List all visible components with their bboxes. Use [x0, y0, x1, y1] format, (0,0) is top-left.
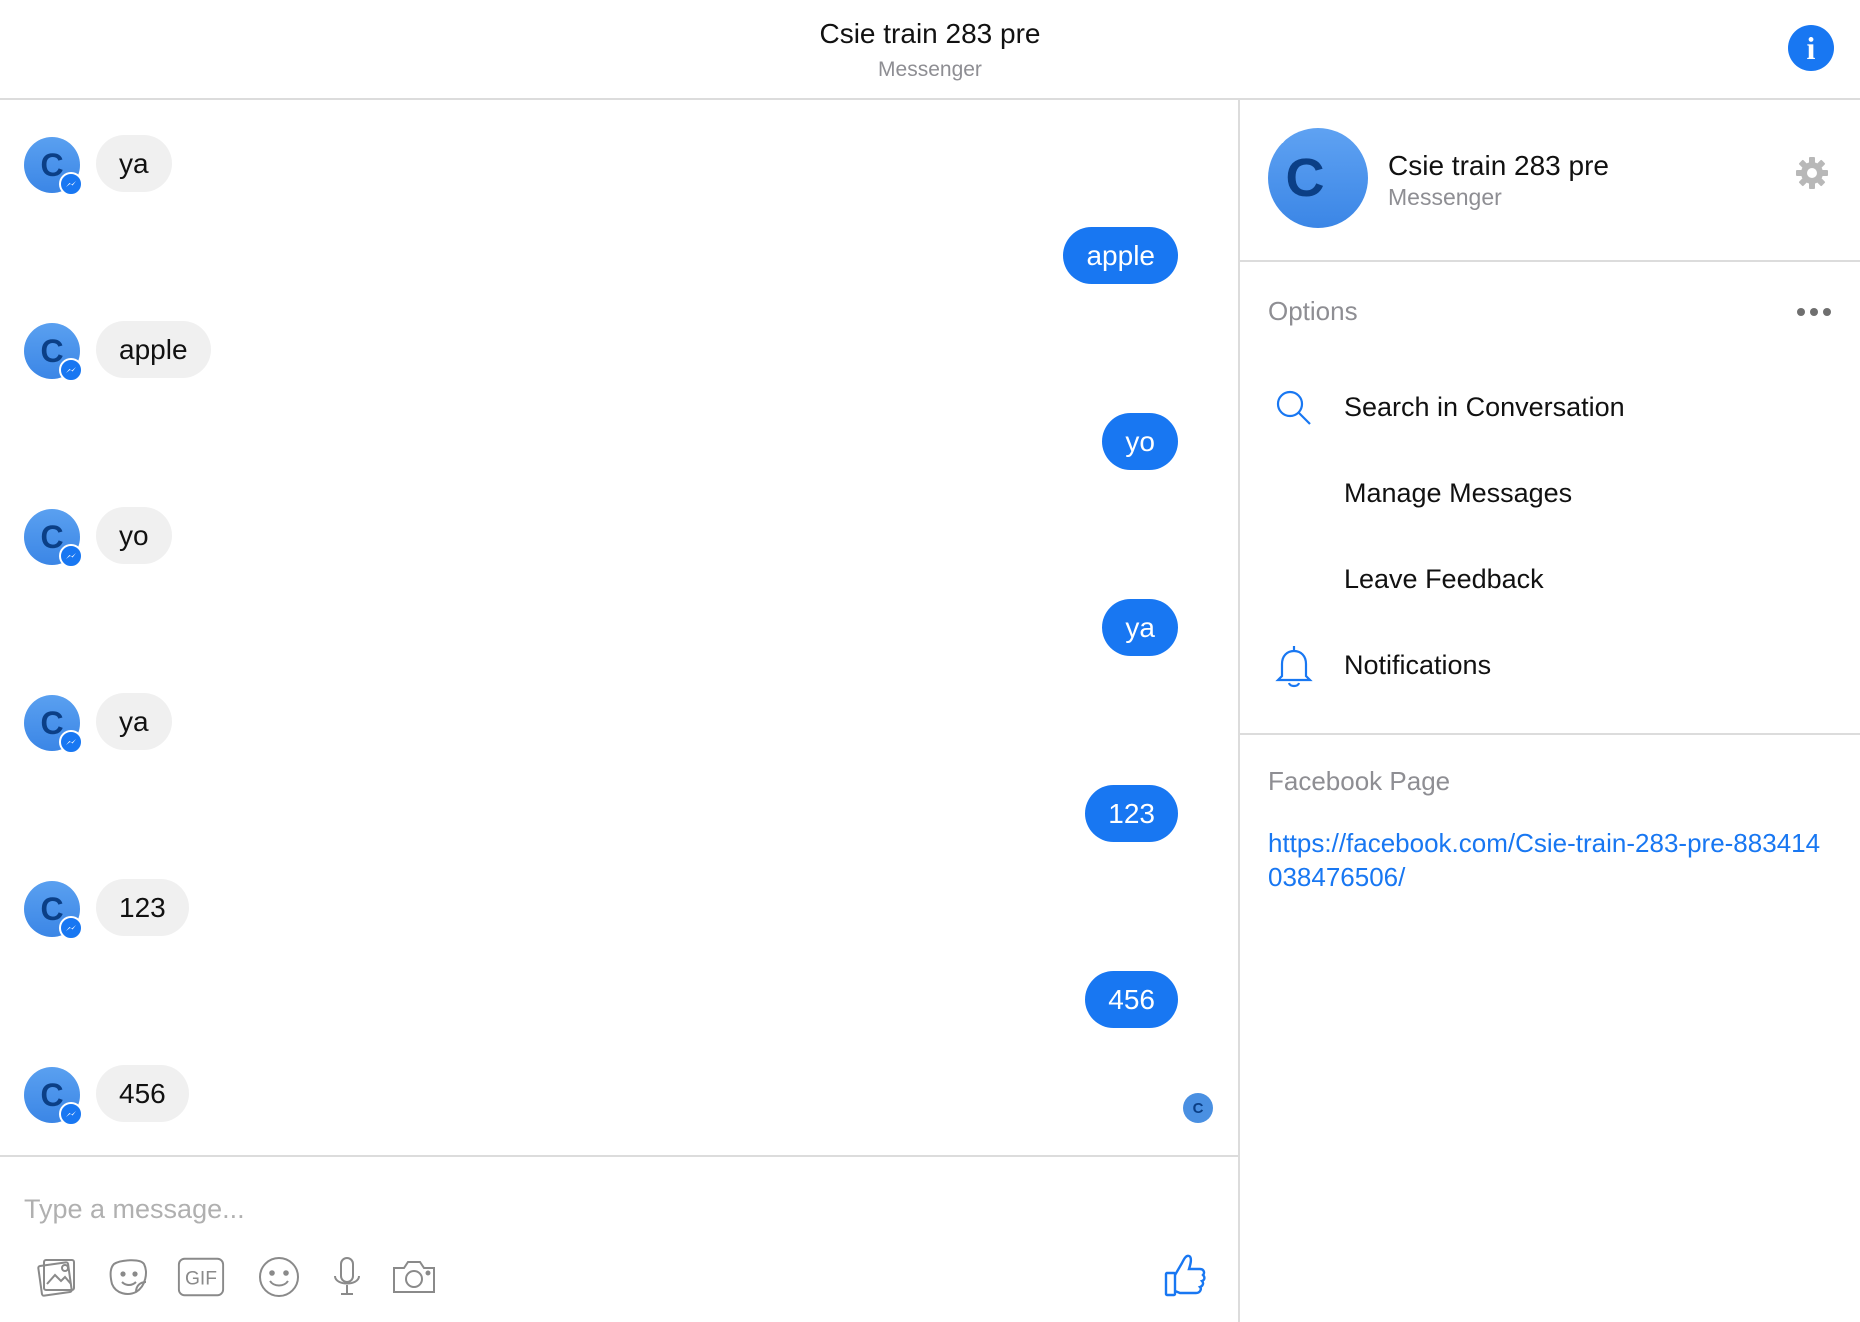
camera-icon[interactable] — [389, 1252, 439, 1302]
message-outgoing[interactable]: 456 — [1085, 971, 1178, 1028]
message-outgoing[interactable]: 123 — [1085, 785, 1178, 842]
message-bubble[interactable]: 123 — [96, 879, 189, 936]
message-bubble[interactable]: 456 — [1085, 971, 1178, 1028]
message-incoming[interactable]: C 456 — [24, 1065, 189, 1126]
options-heading: Options — [1268, 296, 1358, 326]
emoji-icon[interactable] — [254, 1252, 304, 1302]
option-manage-messages[interactable]: Manage Messages — [1240, 466, 1860, 526]
contact-avatar[interactable]: C — [24, 1067, 83, 1126]
option-notifications[interactable]: Notifications — [1240, 638, 1860, 698]
messenger-badge-icon — [59, 730, 83, 754]
seen-indicator-avatar: C — [1183, 1093, 1213, 1123]
photo-icon[interactable] — [32, 1252, 82, 1302]
contact-avatar[interactable]: C — [24, 509, 83, 568]
facebook-page-link[interactable]: https://facebook.com/Csie-train-283-pre-… — [1268, 826, 1828, 894]
message-incoming[interactable]: C 123 — [24, 879, 189, 940]
search-icon — [1272, 384, 1316, 432]
messenger-badge-icon — [59, 172, 83, 196]
contact-avatar[interactable]: C — [24, 137, 83, 196]
message-bubble[interactable]: yo — [1102, 413, 1178, 470]
option-search-in-conversation[interactable]: Search in Conversation — [1240, 380, 1860, 440]
gif-icon[interactable]: GIF — [176, 1252, 226, 1302]
more-options-icon[interactable] — [1794, 305, 1834, 319]
contact-subtitle: Messenger — [1388, 184, 1502, 210]
message-input[interactable] — [24, 1189, 1124, 1229]
option-label: Manage Messages — [1344, 478, 1573, 508]
profile-section: C Csie train 283 pre Messenger — [1240, 100, 1860, 262]
info-icon[interactable]: i — [1788, 25, 1834, 71]
message-bubble[interactable]: ya — [96, 135, 172, 192]
option-label: Notifications — [1344, 650, 1492, 680]
contact-avatar[interactable]: C — [24, 881, 83, 940]
message-incoming[interactable]: C ya — [24, 135, 172, 196]
contact-avatar-large[interactable]: C — [1268, 128, 1368, 228]
message-thread[interactable]: C ya apple C apple yo C yo ya C ya 123 C… — [0, 100, 1240, 1155]
option-label: Search in Conversation — [1344, 392, 1625, 422]
gif-label: GIF — [185, 1269, 217, 1290]
message-bubble[interactable]: 123 — [1085, 785, 1178, 842]
info-glyph: i — [1806, 29, 1816, 66]
message-bubble[interactable]: apple — [96, 321, 211, 378]
conversation-header: Csie train 283 pre Messenger i — [0, 0, 1860, 100]
message-outgoing[interactable]: apple — [1063, 227, 1178, 284]
thumbs-up-icon[interactable] — [1160, 1250, 1210, 1300]
contact-avatar[interactable]: C — [24, 323, 83, 382]
conversation-title: Csie train 283 pre — [819, 18, 1041, 49]
microphone-icon[interactable] — [322, 1252, 372, 1302]
message-incoming[interactable]: C ya — [24, 693, 172, 754]
option-leave-feedback[interactable]: Leave Feedback — [1240, 552, 1860, 612]
messenger-badge-icon — [1275, 138, 1351, 191]
messenger-badge-icon — [59, 544, 83, 568]
messenger-badge-icon — [59, 358, 83, 382]
message-incoming[interactable]: C yo — [24, 507, 172, 568]
facebook-page-heading: Facebook Page — [1268, 766, 1451, 796]
message-outgoing[interactable]: yo — [1102, 413, 1178, 470]
message-composer: GIF — [0, 1155, 1240, 1322]
message-bubble[interactable]: ya — [96, 693, 172, 750]
gear-icon[interactable] — [1794, 155, 1830, 191]
conversation-info-panel: C Csie train 283 pre Messenger Options S… — [1240, 100, 1860, 1320]
contact-avatar[interactable]: C — [24, 695, 83, 754]
conversation-subtitle: Messenger — [878, 58, 982, 81]
messenger-badge-icon — [59, 1102, 83, 1126]
option-label: Leave Feedback — [1344, 564, 1544, 594]
sticker-icon[interactable] — [104, 1252, 154, 1302]
message-outgoing[interactable]: ya — [1102, 599, 1178, 656]
contact-name: Csie train 283 pre — [1388, 150, 1610, 181]
bell-icon — [1272, 642, 1316, 690]
message-incoming[interactable]: C apple — [24, 321, 211, 382]
message-bubble[interactable]: yo — [96, 507, 172, 564]
message-bubble[interactable]: ya — [1102, 599, 1178, 656]
message-bubble[interactable]: 456 — [96, 1065, 189, 1122]
section-divider — [1240, 733, 1860, 735]
message-bubble[interactable]: apple — [1063, 227, 1178, 284]
messenger-badge-icon — [59, 916, 83, 940]
